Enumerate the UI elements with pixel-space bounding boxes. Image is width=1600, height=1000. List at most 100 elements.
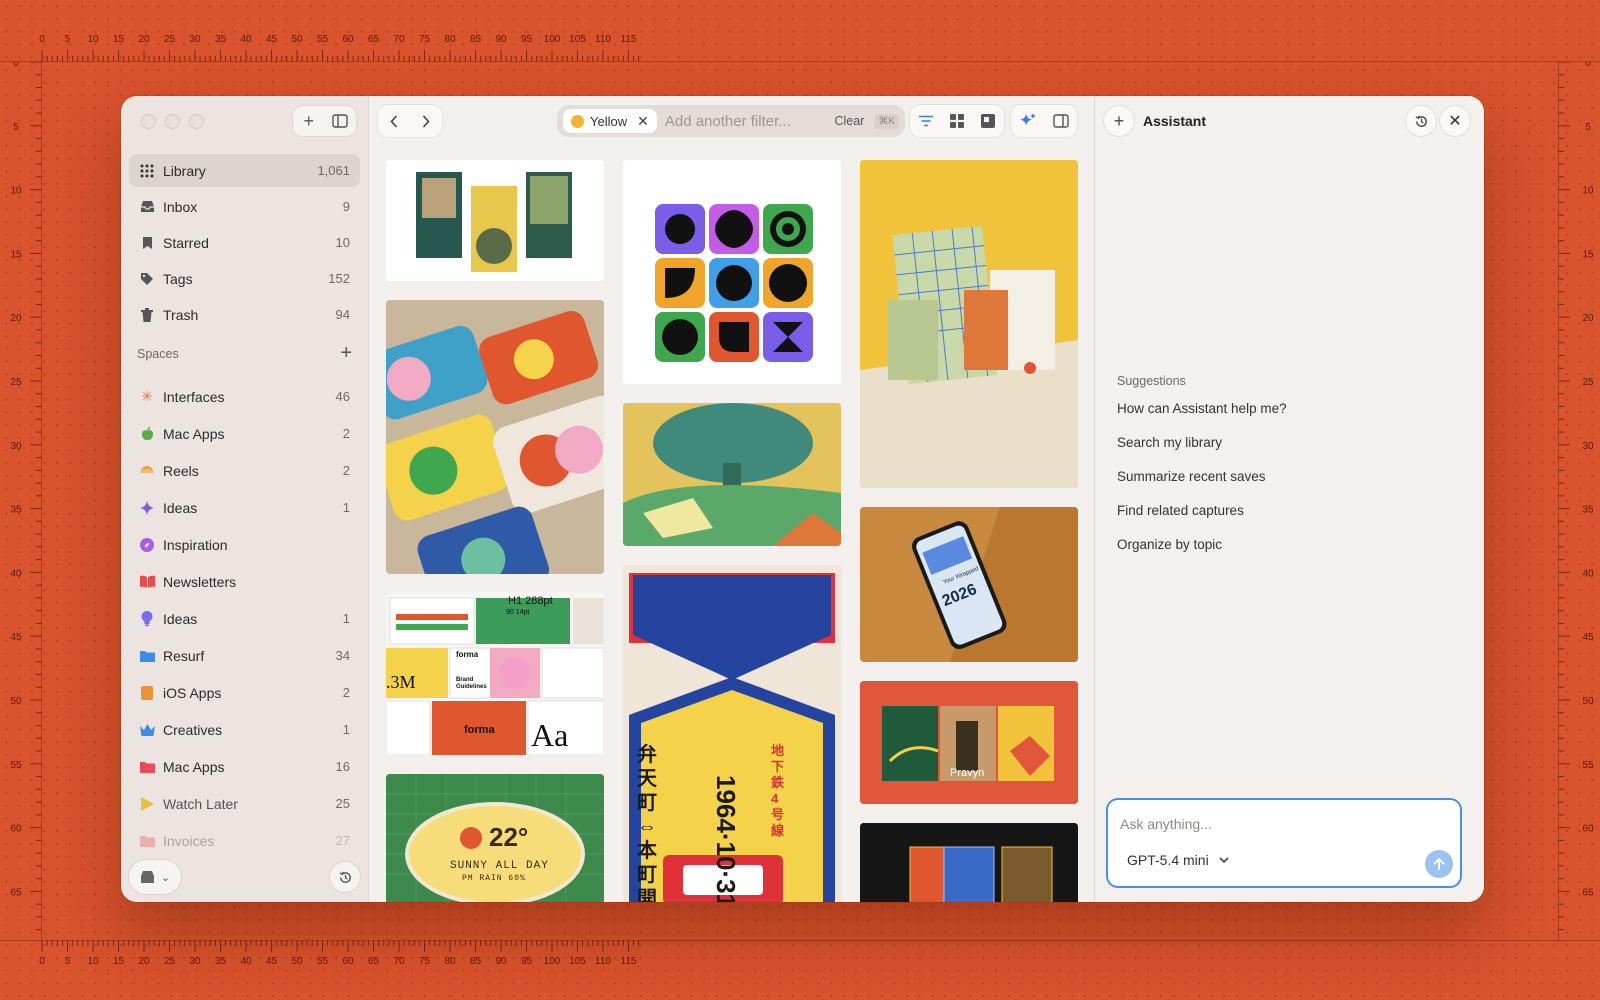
space-item-mac-apps-2[interactable]: Mac Apps 16 (129, 748, 360, 785)
space-item-reels[interactable]: Reels 2 (129, 452, 360, 489)
history-button[interactable] (330, 862, 360, 892)
ruler-label: 80 (444, 956, 456, 967)
card-text: 22° (489, 822, 529, 852)
ruler-label: 65 (368, 956, 380, 967)
space-item-newsletters[interactable]: Newsletters (129, 563, 360, 600)
sidebar-item-label: Trash (163, 306, 199, 323)
card-text: .3M (386, 672, 416, 692)
space-label: Ideas (163, 610, 198, 627)
space-label: Watch Later (163, 795, 238, 812)
space-item-interfaces[interactable]: ✳ Interfaces 46 (129, 378, 360, 415)
toggle-sidebar-button[interactable] (325, 106, 357, 136)
space-label: Mac Apps (163, 425, 225, 442)
library-card[interactable]: Pravyn (860, 681, 1078, 804)
send-button[interactable] (1425, 850, 1453, 878)
bookmark-icon (139, 235, 155, 251)
ruler-label: 90 (495, 956, 507, 967)
new-chat-button[interactable]: + (1104, 106, 1134, 136)
card-text: forma (456, 650, 479, 659)
suggestion-item[interactable]: Organize by topic (1117, 536, 1457, 570)
space-item-mac-apps[interactable]: Mac Apps 2 (129, 415, 360, 452)
ruler-label: 50 (291, 34, 303, 45)
preview-button[interactable] (973, 105, 1004, 137)
library-card[interactable]: 22° SUNNY ALL DAY PM RAIN 60% (386, 774, 604, 902)
ruler-label: 0 (39, 956, 45, 967)
forward-button[interactable] (410, 105, 442, 137)
filter-input[interactable] (664, 112, 831, 130)
card-thumbnail: 22° SUNNY ALL DAY PM RAIN 60% (386, 774, 604, 902)
library-card[interactable] (860, 160, 1078, 488)
space-item-resurf[interactable]: Resurf 34 (129, 637, 360, 674)
assistant-toggle-button[interactable] (1011, 105, 1044, 137)
ruler-label: 95 (521, 34, 533, 45)
ruler-label: 35 (215, 956, 227, 967)
sidebar-item-trash[interactable]: Trash 94 (129, 298, 360, 331)
new-item-button[interactable]: + (293, 106, 325, 136)
drawer-menu-button[interactable]: ⌄ (129, 860, 181, 894)
chat-input[interactable] (1120, 816, 1440, 832)
clear-filters-button[interactable]: Clear (834, 114, 864, 128)
remove-filter-icon[interactable]: ✕ (637, 113, 649, 130)
card-text: forma (464, 724, 495, 736)
left-ruler: 0510152025303540455055606570 (0, 62, 42, 942)
library-card[interactable]: H1 288pt 90 14pt .3M forma Brand Guideli… (386, 592, 604, 755)
space-label: Interfaces (163, 388, 225, 405)
filter-lines-icon (918, 115, 933, 127)
library-card[interactable] (860, 823, 1078, 902)
ruler-label: 50 (1582, 696, 1594, 707)
sort-button[interactable] (910, 105, 941, 137)
grid-view-button[interactable] (941, 105, 972, 137)
add-space-button[interactable]: + (340, 342, 352, 365)
ruler-label: 20 (138, 956, 150, 967)
library-card[interactable] (623, 403, 841, 546)
suggestion-item[interactable]: Search my library (1117, 434, 1457, 468)
space-count: 2 (342, 426, 350, 441)
close-assistant-button[interactable]: ✕ (1440, 106, 1470, 136)
library-card[interactable]: 2026 Your Wrapped (860, 507, 1078, 662)
space-count: 2 (342, 685, 350, 700)
space-item-ideas-2[interactable]: Ideas 1 (129, 600, 360, 637)
sidebar-item-starred[interactable]: Starred 10 (129, 226, 360, 259)
model-label: GPT-5.4 mini (1127, 852, 1209, 868)
back-button[interactable] (378, 105, 410, 137)
space-item-ideas[interactable]: Ideas 1 (129, 489, 360, 526)
trash-icon (139, 307, 155, 323)
toggle-inspector-button[interactable] (1044, 105, 1077, 137)
ruler-label: 0 (13, 62, 19, 69)
sidebar-item-inbox[interactable]: Inbox 9 (129, 190, 360, 223)
ruler-label: 40 (240, 956, 252, 967)
card-thumbnail (860, 160, 1078, 488)
sidebar-item-count: 10 (335, 235, 350, 250)
play-icon (139, 796, 155, 812)
library-card[interactable]: 1964·10·31 弁天町⇔本町開通 地下鉄4号線 (623, 565, 841, 902)
ruler-label: 25 (1582, 377, 1594, 388)
close-window-button[interactable] (141, 114, 156, 129)
filter-chip-yellow[interactable]: Yellow ✕ (563, 109, 657, 133)
suggestion-item[interactable]: How can Assistant help me? (1117, 400, 1457, 434)
ruler-label: 100 (544, 34, 561, 45)
card-text: Aa (531, 717, 569, 753)
library-card[interactable] (386, 300, 604, 574)
sidebar-item-tags[interactable]: Tags 152 (129, 262, 360, 295)
space-item-invoices[interactable]: Invoices 27 (129, 822, 360, 859)
sidebar-item-library[interactable]: Library 1,061 (129, 154, 360, 187)
space-item-watch-later[interactable]: Watch Later 25 (129, 785, 360, 822)
ruler-label: 50 (10, 696, 22, 707)
window-controls (141, 114, 204, 129)
library-card[interactable] (386, 160, 604, 281)
chat-history-button[interactable] (1406, 106, 1436, 136)
minimize-window-button[interactable] (165, 114, 180, 129)
space-item-creatives[interactable]: Creatives 1 (129, 711, 360, 748)
space-item-inspiration[interactable]: Inspiration (129, 526, 360, 563)
suggestion-item[interactable]: Find related captures (1117, 502, 1457, 536)
model-selector[interactable]: GPT-5.4 mini (1127, 852, 1229, 868)
ruler-label: 10 (10, 186, 22, 197)
ruler-label: 70 (393, 34, 405, 45)
zoom-window-button[interactable] (189, 114, 204, 129)
suggestion-item[interactable]: Summarize recent saves (1117, 468, 1457, 502)
space-item-ios-apps[interactable]: iOS Apps 2 (129, 674, 360, 711)
bottom-ruler: 0 5 10 15 20 25 30 35 40 45 50 55 60 65 70 75 80 85 90 95 10… (0, 940, 1600, 1000)
library-card[interactable] (623, 160, 841, 384)
close-icon: ✕ (1448, 113, 1462, 130)
card-text: 地下鉄4号線 (771, 743, 785, 838)
